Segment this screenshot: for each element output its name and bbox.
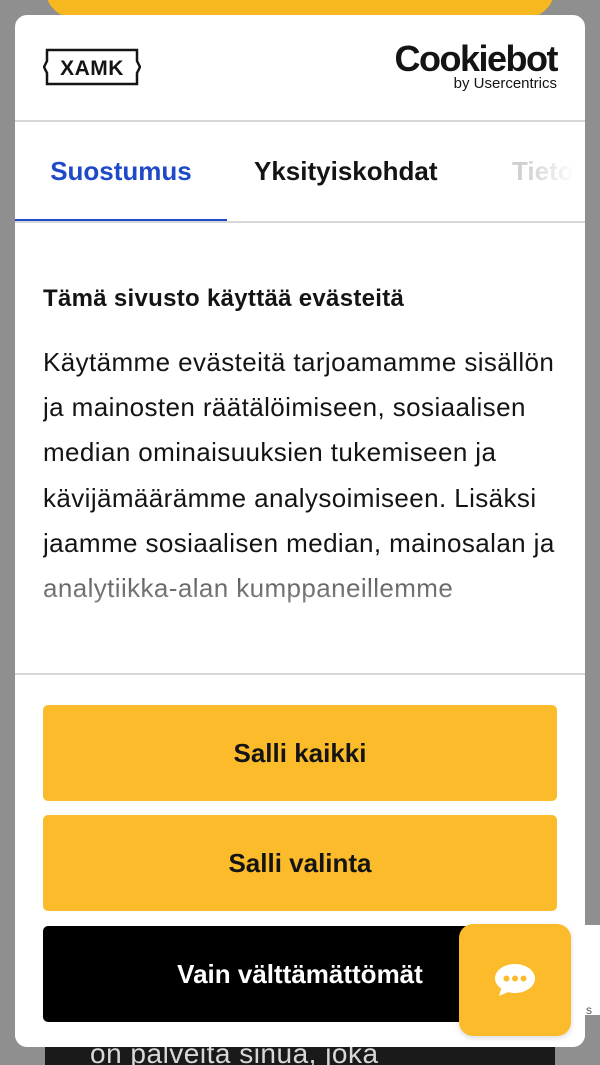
allow-selection-button[interactable]: Salli valinta <box>43 815 557 911</box>
tab-details[interactable]: Yksityiskohdat <box>254 122 438 221</box>
chat-bubble-icon <box>495 964 535 996</box>
consent-content[interactable]: Tämä sivusto käyttää evästeitä Käytämme … <box>43 223 557 673</box>
xamk-logo: XAMK <box>42 48 142 86</box>
cookie-consent-dialog: XAMK Cookiebot by Usercentrics Suostumus… <box>15 15 585 1047</box>
tab-about[interactable]: Tieto <box>512 122 574 221</box>
xamk-logo-text: XAMK <box>60 57 124 80</box>
cookiebot-logo-sub: by Usercentrics <box>453 75 557 92</box>
tab-bar: Suostumus Yksityiskohdat Tieto <box>15 122 585 223</box>
cookiebot-logo: Cookiebot by Usercentrics <box>387 38 559 95</box>
consent-title: Tämä sivusto käyttää evästeitä <box>43 285 405 312</box>
consent-body-text: Käytämme evästeitä tarjoamamme sisällön … <box>43 347 555 604</box>
tab-consent[interactable]: Suostumus <box>15 122 227 221</box>
allow-all-button[interactable]: Salli kaikki <box>43 705 557 801</box>
dialog-header: XAMK Cookiebot by Usercentrics <box>15 15 585 122</box>
chat-button[interactable] <box>459 924 571 1036</box>
cookiebot-logo-text: Cookiebot <box>394 38 559 79</box>
